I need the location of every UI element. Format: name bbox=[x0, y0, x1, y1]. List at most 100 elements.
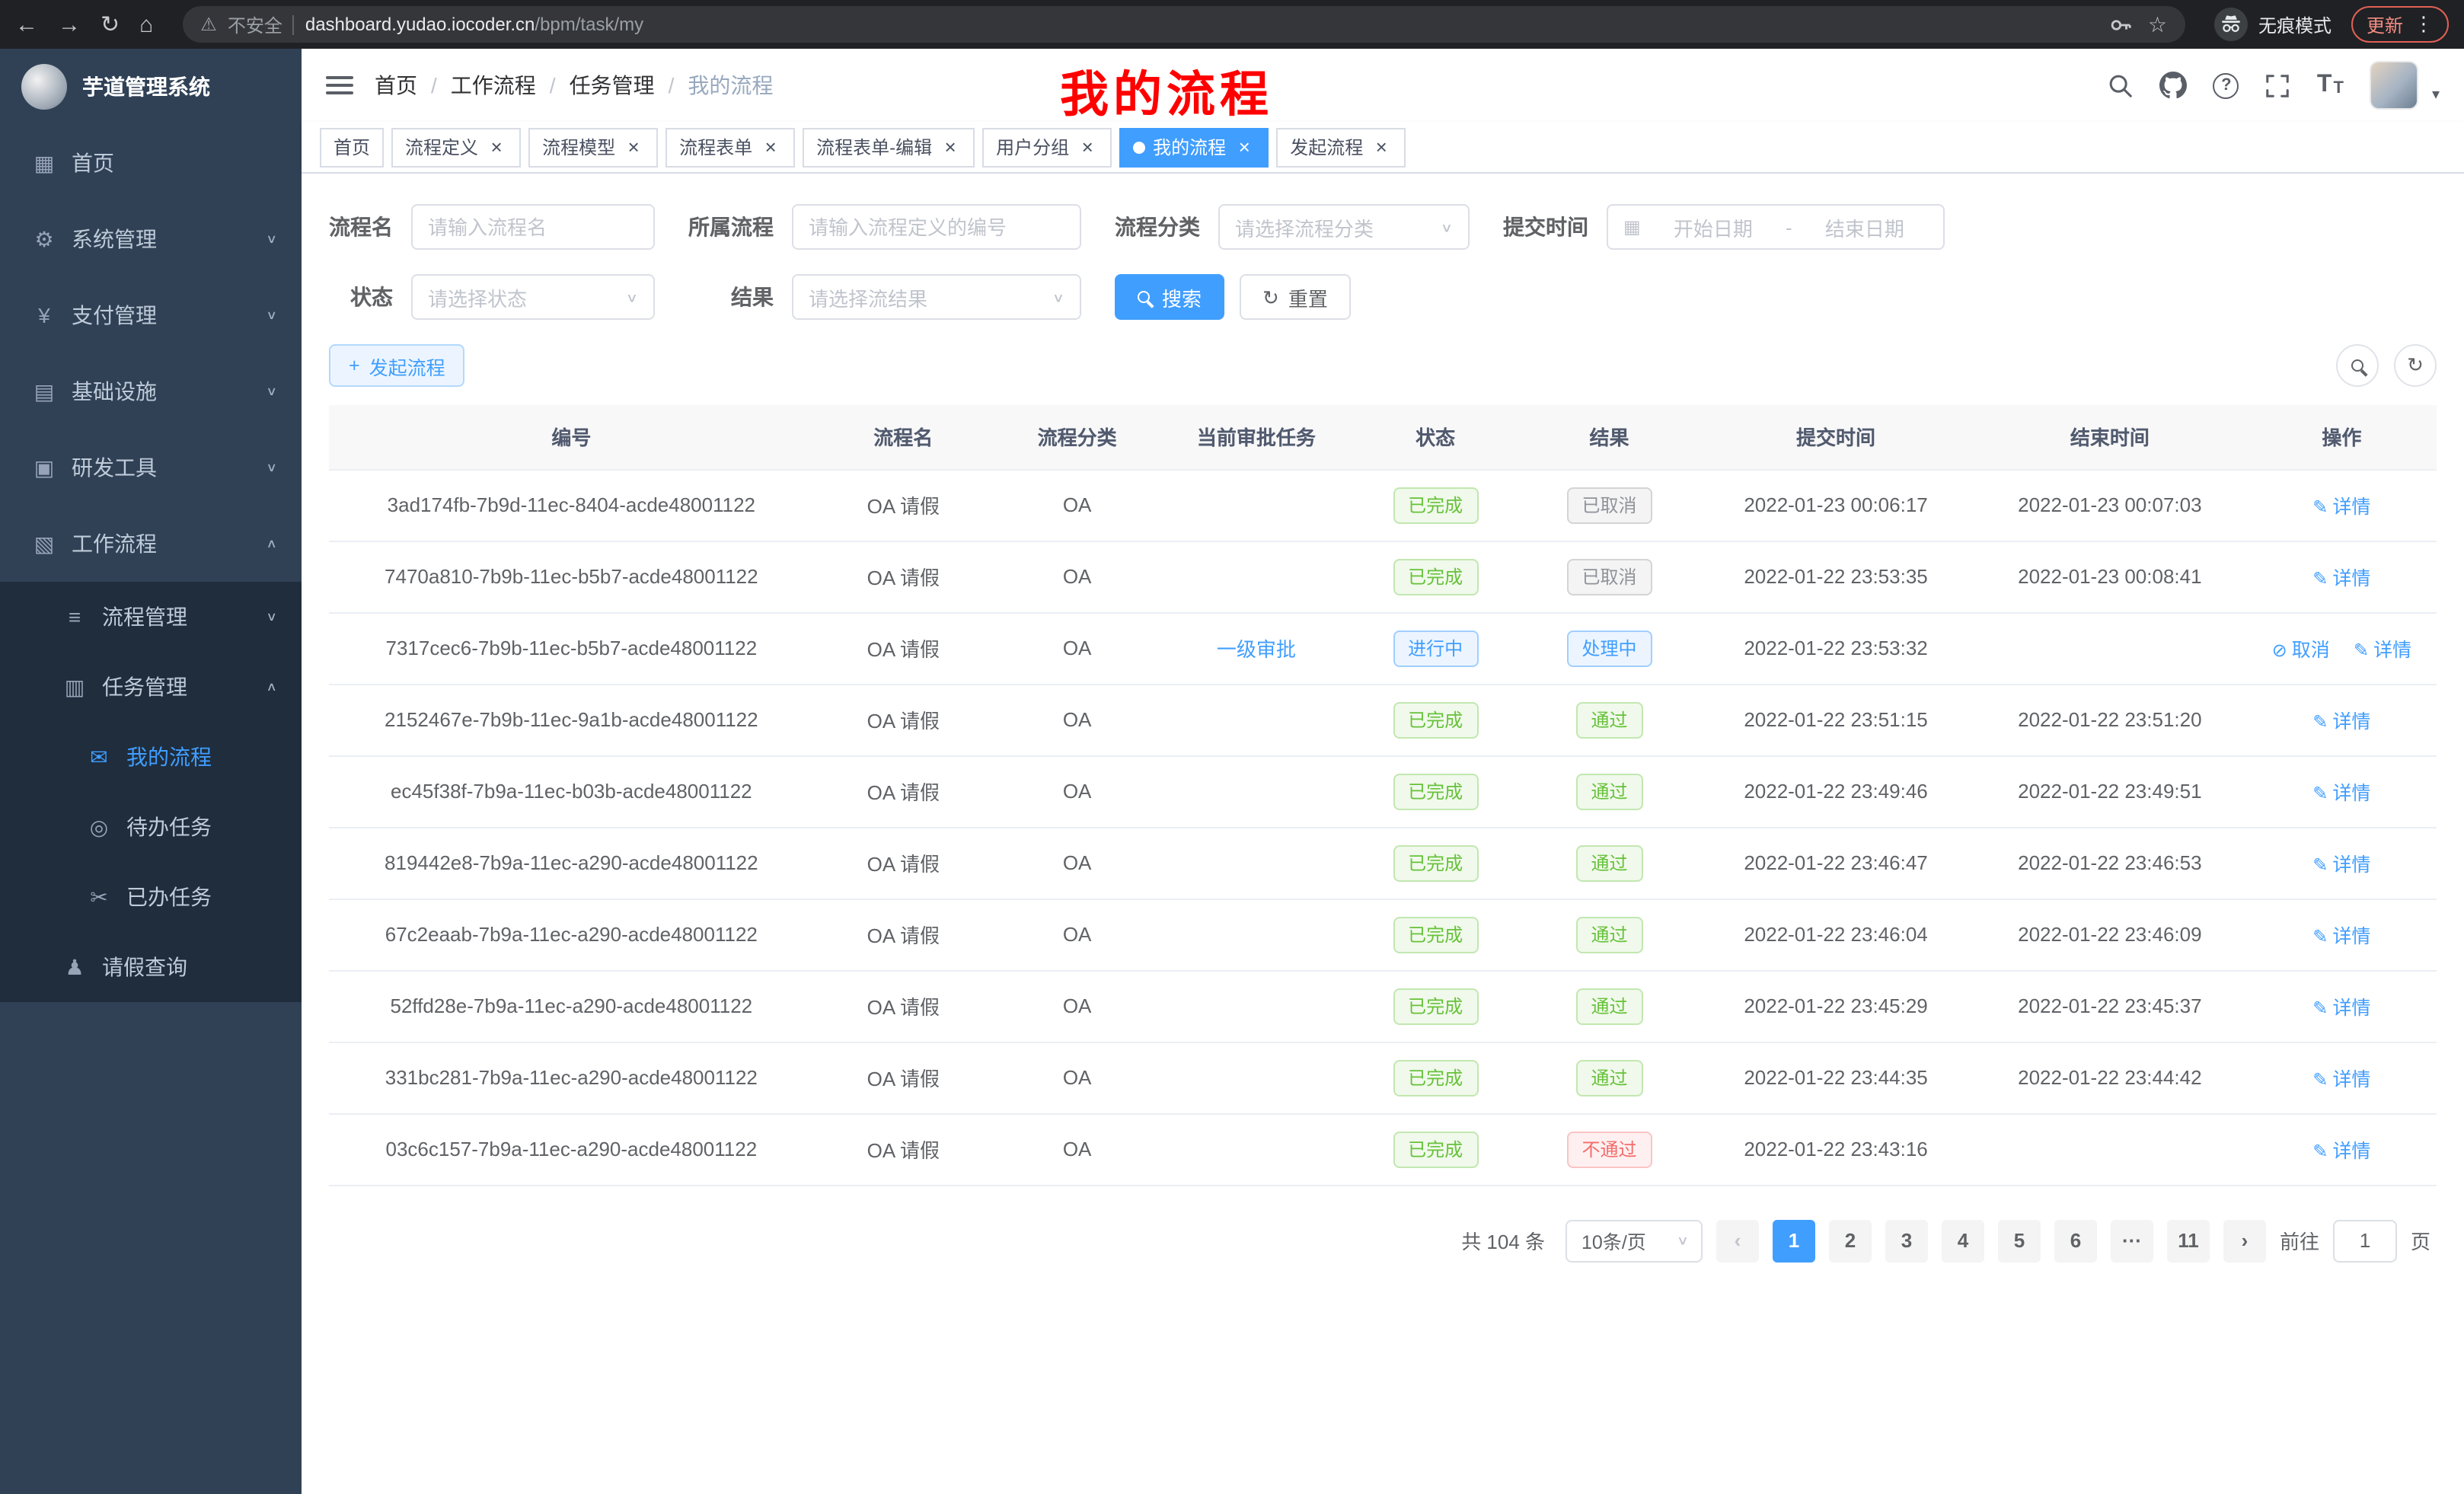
cell-category: OA bbox=[993, 1042, 1161, 1113]
detail-action-link[interactable]: ✎详情 bbox=[2354, 640, 2411, 661]
page-size-select[interactable]: 10条/页 ∨ bbox=[1565, 1219, 1703, 1262]
close-tab-icon[interactable]: × bbox=[1371, 136, 1392, 158]
table-row: 331bc281-7b9a-11ec-a290-acde48001122 OA … bbox=[329, 1042, 2437, 1113]
status-select[interactable]: 请选择状态 ∨ bbox=[411, 274, 655, 320]
page-number-button[interactable]: 6 bbox=[2054, 1219, 2097, 1262]
tab-home[interactable]: 首页 × bbox=[320, 127, 384, 167]
tab-label: 发起流程 bbox=[1290, 134, 1363, 160]
table-header-row: 编号流程名流程分类当前审批任务状态结果提交时间结束时间操作 bbox=[329, 405, 2437, 469]
close-tab-icon[interactable]: × bbox=[623, 136, 644, 158]
github-icon[interactable] bbox=[2160, 72, 2188, 99]
app-logo[interactable]: 芋道管理系统 bbox=[0, 49, 302, 125]
edit-icon: ✎ bbox=[2312, 1141, 2328, 1162]
sidebar-item-process-mgmt[interactable]: ≡ 流程管理 ∨ bbox=[0, 582, 302, 652]
detail-action-link[interactable]: ✎详情 bbox=[2312, 496, 2370, 518]
tab-process-definition[interactable]: 流程定义 × bbox=[391, 127, 521, 167]
chat-bubble-icon: ✉ bbox=[85, 744, 113, 770]
breadcrumb-task-mgmt[interactable]: 任务管理 bbox=[570, 70, 655, 101]
detail-action-link[interactable]: ✎详情 bbox=[2312, 998, 2370, 1019]
address-bar[interactable]: ⚠ 不安全 dashboard.yudao.iocoder.cn/bpm/tas… bbox=[182, 6, 2185, 43]
detail-action-link[interactable]: ✎详情 bbox=[2312, 1141, 2370, 1162]
search-icon[interactable] bbox=[2108, 72, 2134, 98]
password-key-icon[interactable] bbox=[2110, 13, 2133, 36]
sidebar-item-task-mgmt[interactable]: ▥ 任务管理 ∧ bbox=[0, 652, 302, 722]
user-avatar[interactable] bbox=[2370, 61, 2418, 110]
cell-submit-time: 2022-01-22 23:46:47 bbox=[1699, 827, 1973, 899]
page-number-button[interactable]: 11 bbox=[2167, 1219, 2210, 1262]
menu-item-label: 任务管理 bbox=[102, 672, 252, 702]
forward-button[interactable]: → bbox=[58, 13, 81, 36]
close-tab-icon[interactable]: × bbox=[486, 136, 507, 158]
close-tab-icon[interactable]: × bbox=[760, 136, 781, 158]
sidebar-item-leave-query[interactable]: ♟ 请假查询 bbox=[0, 932, 302, 1002]
tab-start-process[interactable]: 发起流程 × bbox=[1276, 127, 1406, 167]
toggle-search-button[interactable] bbox=[2336, 344, 2379, 387]
home-button[interactable]: ⌂ bbox=[139, 13, 153, 36]
prev-page-button[interactable]: ‹ bbox=[1716, 1219, 1759, 1262]
goto-page-input[interactable] bbox=[2333, 1219, 2397, 1262]
cell-process-id: 52ffd28e-7b9a-11ec-a290-acde48001122 bbox=[329, 970, 814, 1042]
submit-time-range-picker[interactable]: ▦ 开始日期 - 结束日期 bbox=[1607, 204, 1945, 250]
detail-action-link[interactable]: ✎详情 bbox=[2312, 711, 2370, 733]
sidebar-item-payment-mgmt[interactable]: ¥ 支付管理 ∨ bbox=[0, 277, 302, 353]
browser-menu-icon[interactable]: ⋮ bbox=[2414, 12, 2434, 37]
sidebar-item-todo-tasks[interactable]: ◎ 待办任务 bbox=[0, 792, 302, 862]
tab-user-group[interactable]: 用户分组 × bbox=[982, 127, 1112, 167]
process-definition-input[interactable] bbox=[792, 204, 1081, 250]
table-row: 52ffd28e-7b9a-11ec-a290-acde48001122 OA … bbox=[329, 970, 2437, 1042]
reset-button[interactable]: ↻重置 bbox=[1240, 274, 1351, 320]
sidebar-item-system-mgmt[interactable]: ⚙ 系统管理 ∨ bbox=[0, 201, 302, 277]
current-task-link[interactable]: 一级审批 bbox=[1217, 638, 1296, 661]
sidebar-item-workflow[interactable]: ▧ 工作流程 ∧ bbox=[0, 506, 302, 582]
select-placeholder: 请选择流结果 bbox=[809, 283, 927, 311]
detail-action-link[interactable]: ✎详情 bbox=[2312, 783, 2370, 804]
refresh-table-button[interactable]: ↻ bbox=[2394, 344, 2437, 387]
tab-my-process[interactable]: 我的流程 × bbox=[1119, 127, 1269, 167]
detail-action-link[interactable]: ✎详情 bbox=[2312, 926, 2370, 947]
screen: ← → ↻ ⌂ ⚠ 不安全 dashboard.yudao.iocoder.cn… bbox=[0, 0, 2464, 1494]
tab-process-form-edit[interactable]: 流程表单-编辑 × bbox=[803, 127, 975, 167]
sidebar-item-my-process[interactable]: ✉ 我的流程 bbox=[0, 722, 302, 792]
process-category-select[interactable]: 请选择流程分类 ∨ bbox=[1218, 204, 1470, 250]
page-number-button[interactable]: ··· bbox=[2111, 1219, 2153, 1262]
page-number-button[interactable]: 3 bbox=[1885, 1219, 1928, 1262]
process-name-input[interactable] bbox=[411, 204, 655, 250]
cell-process-name: OA 请假 bbox=[814, 899, 993, 970]
breadcrumb-home[interactable]: 首页 bbox=[375, 70, 417, 101]
close-tab-icon[interactable]: × bbox=[1077, 136, 1098, 158]
create-process-button[interactable]: +发起流程 bbox=[329, 344, 465, 387]
sidebar-item-devtools[interactable]: ▣ 研发工具 ∨ bbox=[0, 429, 302, 506]
detail-action-link[interactable]: ✎详情 bbox=[2312, 1069, 2370, 1090]
menu-collapse-toggle[interactable] bbox=[326, 76, 353, 94]
font-size-icon[interactable]: TT bbox=[2317, 73, 2344, 97]
sidebar-item-home[interactable]: ▦ 首页 bbox=[0, 125, 302, 201]
submenu-arrow-icon: ∨ bbox=[266, 385, 277, 398]
fullscreen-icon[interactable] bbox=[2265, 72, 2291, 98]
help-icon[interactable]: ? bbox=[2213, 72, 2239, 98]
sidebar-item-infrastructure[interactable]: ▤ 基础设施 ∨ bbox=[0, 353, 302, 429]
reload-button[interactable]: ↻ bbox=[101, 13, 120, 36]
result-select[interactable]: 请选择流结果 ∨ bbox=[792, 274, 1081, 320]
update-browser-button[interactable]: 更新 ⋮ bbox=[2351, 6, 2449, 43]
tab-process-form[interactable]: 流程表单 × bbox=[665, 127, 795, 167]
bookmark-star-icon[interactable]: ☆ bbox=[2148, 11, 2167, 37]
detail-action-link[interactable]: ✎详情 bbox=[2312, 854, 2370, 876]
close-tab-icon[interactable]: × bbox=[1234, 136, 1255, 158]
cancel-action-link[interactable]: ⊘取消 bbox=[2272, 640, 2330, 661]
page-number-button[interactable]: 1 bbox=[1773, 1219, 1815, 1262]
pagination: 共 104 条 10条/页 ∨ ‹ 123456···11 › 前往 页 bbox=[335, 1219, 2430, 1262]
page-number-button[interactable]: 5 bbox=[1998, 1219, 2041, 1262]
status-badge: 已完成 bbox=[1393, 773, 1478, 809]
next-page-button[interactable]: › bbox=[2223, 1219, 2266, 1262]
close-tab-icon[interactable]: × bbox=[940, 136, 961, 158]
detail-action-link[interactable]: ✎详情 bbox=[2312, 568, 2370, 589]
back-button[interactable]: ← bbox=[15, 13, 38, 36]
avatar-caret-icon[interactable]: ▾ bbox=[2432, 87, 2440, 110]
sidebar-item-done-tasks[interactable]: ✂ 已办任务 bbox=[0, 862, 302, 932]
breadcrumb-workflow[interactable]: 工作流程 bbox=[451, 70, 536, 101]
search-button[interactable]: 搜索 bbox=[1115, 274, 1224, 320]
tab-process-model[interactable]: 流程模型 × bbox=[528, 127, 658, 167]
cell-process-name: OA 请假 bbox=[814, 684, 993, 755]
page-number-button[interactable]: 2 bbox=[1829, 1219, 1872, 1262]
page-number-button[interactable]: 4 bbox=[1942, 1219, 1984, 1262]
